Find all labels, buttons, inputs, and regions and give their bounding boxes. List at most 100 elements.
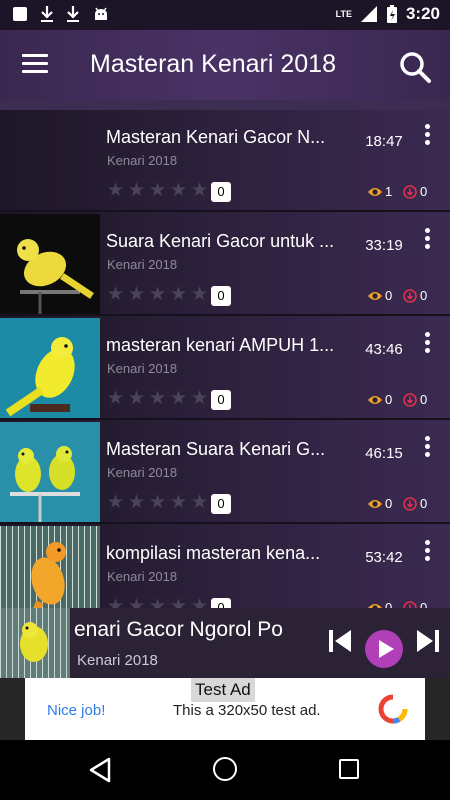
video-title: kompilasi masteran kena... <box>106 543 321 563</box>
search-icon[interactable] <box>398 50 432 84</box>
star-icon[interactable]: ★ <box>170 597 189 608</box>
star-icon[interactable]: ★ <box>149 493 168 512</box>
dislikes-count: 0 <box>403 496 427 511</box>
video-list-item[interactable]: kompilasi masteran kena... Kenari 2018 53:… <box>0 526 450 608</box>
views-value: 0 <box>385 600 393 608</box>
more-options-icon[interactable] <box>420 540 434 564</box>
star-icon[interactable]: ★ <box>128 285 147 304</box>
star-icon[interactable]: ★ <box>128 181 147 200</box>
dislikes-value: 0 <box>420 496 428 511</box>
rating-count: 0 <box>211 390 231 410</box>
more-options-icon[interactable] <box>420 124 434 148</box>
video-channel: Kenari 2018 <box>107 465 178 480</box>
video-thumbnail <box>0 214 100 314</box>
video-channel: Kenari 2018 <box>107 153 178 168</box>
app-bar: Masteran Kenari 2018 <box>0 30 450 100</box>
dislikes-value: 0 <box>420 288 428 303</box>
star-icon[interactable]: ★ <box>107 389 126 408</box>
notification-square-icon <box>13 7 27 21</box>
video-thumbnail <box>0 526 100 608</box>
rating-stars[interactable]: ★ ★ ★ ★ ★ <box>107 389 210 408</box>
views-icon <box>368 187 382 196</box>
views-count: 0 <box>367 392 392 407</box>
rating-count: 0 <box>211 598 231 608</box>
video-list-item[interactable]: masteran kenari AMPUH 1... Kenari 2018 43:… <box>0 318 450 420</box>
star-icon[interactable]: ★ <box>149 181 168 200</box>
star-icon[interactable]: ★ <box>149 285 168 304</box>
star-icon[interactable]: ★ <box>149 389 168 408</box>
app-title: Masteran Kenari 2018 <box>90 50 336 78</box>
test-ad-label: Test Ad <box>191 678 255 702</box>
video-list-item[interactable]: Masteran Suara Kenari G... Kenari 2018 46:… <box>0 422 450 524</box>
signal-icon <box>360 6 377 22</box>
play-button[interactable] <box>365 630 403 668</box>
more-options-icon[interactable] <box>420 228 434 252</box>
dislikes-value: 0 <box>420 600 428 608</box>
rating-stars[interactable]: ★ ★ ★ ★ ★ <box>107 493 210 512</box>
video-duration: 43:46 <box>365 341 403 358</box>
video-title: masteran kenari AMPUH 1... <box>106 335 335 355</box>
views-icon <box>368 499 382 508</box>
player-thumbnail <box>0 608 70 678</box>
player-channel: Kenari 2018 <box>77 652 158 669</box>
rating-count: 0 <box>211 494 231 514</box>
video-channel: Kenari 2018 <box>107 257 178 272</box>
rating-stars[interactable]: ★ ★ ★ ★ ★ <box>107 597 210 608</box>
android-icon <box>95 7 107 20</box>
dislikes-count: 0 <box>403 392 427 407</box>
star-icon[interactable]: ★ <box>191 285 210 304</box>
more-options-icon[interactable] <box>420 436 434 460</box>
views-count: 1 <box>367 184 392 199</box>
clock: 3:20 <box>405 4 440 23</box>
star-icon[interactable]: ★ <box>128 389 147 408</box>
views-value: 0 <box>385 392 393 407</box>
star-icon[interactable]: ★ <box>191 493 210 512</box>
star-icon[interactable]: ★ <box>128 597 147 608</box>
star-icon[interactable]: ★ <box>128 493 147 512</box>
next-track-icon[interactable] <box>416 628 440 654</box>
dislike-icon <box>403 288 417 303</box>
video-duration: 46:15 <box>365 445 403 462</box>
star-icon[interactable]: ★ <box>170 493 189 512</box>
star-icon[interactable]: ★ <box>149 597 168 608</box>
video-title: Suara Kenari Gacor untuk ... <box>106 231 335 251</box>
views-icon <box>368 395 382 404</box>
home-icon[interactable] <box>213 757 237 781</box>
video-list[interactable]: Masteran Kenari Gacor N... Kenari 2018 18:… <box>0 110 450 608</box>
video-duration: 33:19 <box>365 237 403 254</box>
star-icon[interactable]: ★ <box>107 597 126 608</box>
rating-stars[interactable]: ★ ★ ★ ★ ★ <box>107 181 210 200</box>
star-icon[interactable]: ★ <box>107 181 126 200</box>
previous-track-icon[interactable] <box>328 628 352 654</box>
back-icon[interactable] <box>88 757 112 783</box>
battery-charging-icon <box>386 5 397 23</box>
video-list-item[interactable]: Suara Kenari Gacor untuk ... Kenari 2018 3… <box>0 214 450 316</box>
rating-stars[interactable]: ★ ★ ★ ★ ★ <box>107 285 210 304</box>
ad-body: This a 320x50 test ad. <box>173 702 321 719</box>
views-value: 0 <box>385 496 393 511</box>
star-icon[interactable]: ★ <box>170 389 189 408</box>
star-icon[interactable]: ★ <box>191 181 210 200</box>
ad-headline: Nice job! <box>47 702 106 719</box>
views-count: 0 <box>367 288 392 303</box>
hamburger-menu-icon[interactable] <box>22 54 48 76</box>
star-icon[interactable]: ★ <box>191 389 210 408</box>
dislike-icon <box>403 392 417 407</box>
star-icon[interactable]: ★ <box>107 285 126 304</box>
list-top-divider <box>0 100 450 110</box>
recents-icon[interactable] <box>339 759 359 779</box>
star-icon[interactable]: ★ <box>107 493 126 512</box>
video-thumbnail <box>0 422 100 522</box>
download-icon <box>67 6 79 22</box>
star-icon[interactable]: ★ <box>170 181 189 200</box>
star-icon[interactable]: ★ <box>170 285 189 304</box>
dislike-icon <box>403 600 417 608</box>
star-icon[interactable]: ★ <box>191 597 210 608</box>
video-thumbnail <box>0 110 100 210</box>
video-channel: Kenari 2018 <box>107 361 178 376</box>
more-options-icon[interactable] <box>420 332 434 356</box>
video-list-item[interactable]: Masteran Kenari Gacor N... Kenari 2018 18:… <box>0 110 450 212</box>
mini-player[interactable]: enari Gacor Ngorol Po Kenari 2018 <box>0 608 450 678</box>
views-value: 1 <box>385 184 393 199</box>
video-title: Masteran Kenari Gacor N... <box>106 127 326 147</box>
